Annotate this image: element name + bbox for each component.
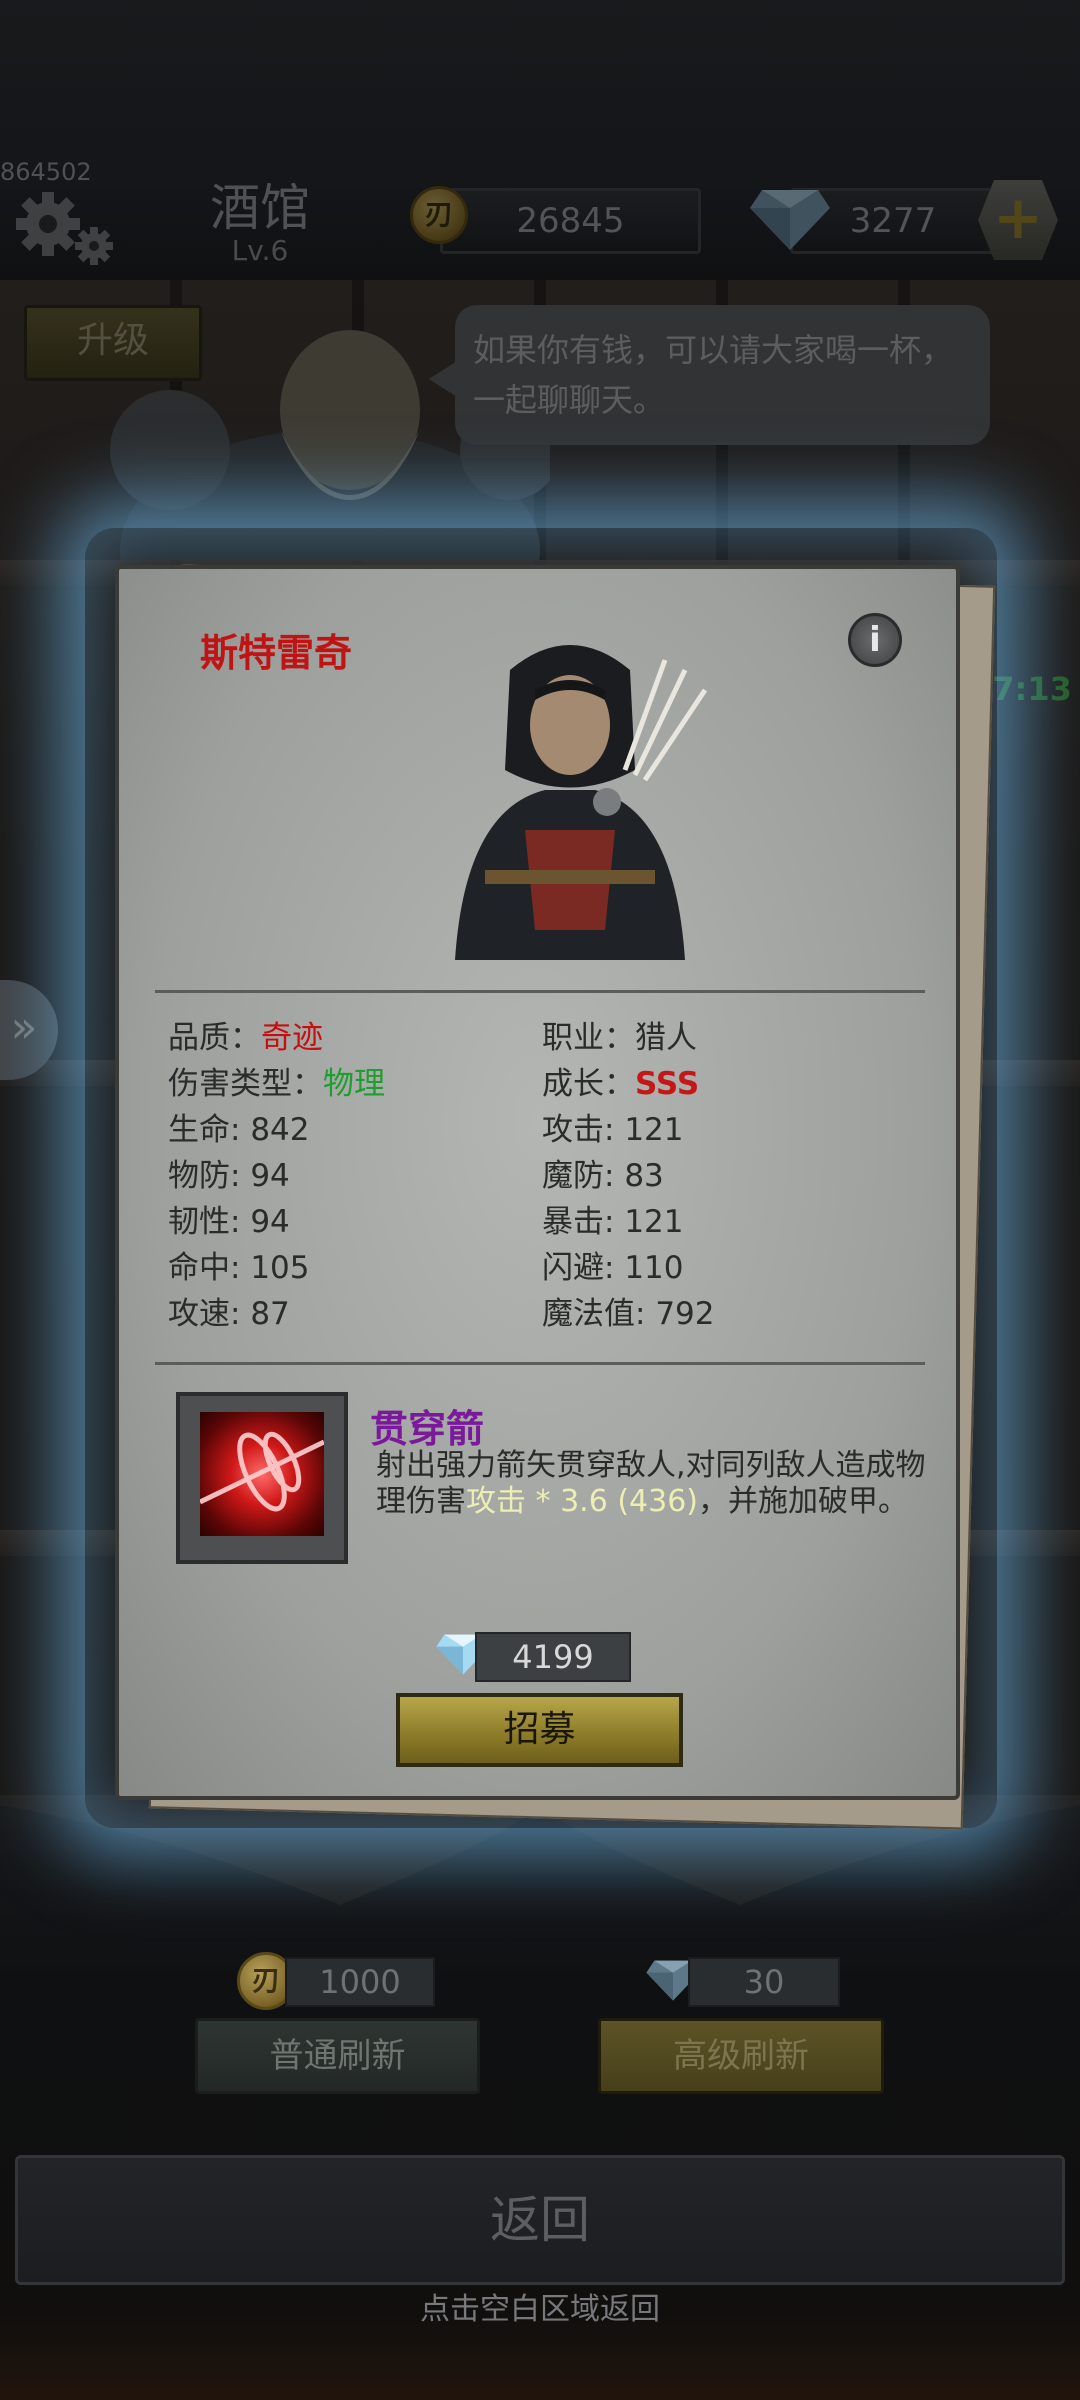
stat-hp: 生命: 842	[168, 1112, 310, 1148]
stat-attack-speed: 攻速: 87	[168, 1296, 290, 1332]
stats-divider-top	[155, 990, 925, 993]
info-button[interactable]: i	[848, 613, 902, 667]
stat-accuracy: 命中: 105	[168, 1250, 310, 1286]
advanced-refresh-button[interactable]: 高级刷新	[598, 2018, 884, 2094]
stat-growth: 成长：SSS	[542, 1066, 700, 1102]
stats-divider-bottom	[155, 1362, 925, 1365]
recruit-button[interactable]: 招募	[396, 1693, 683, 1767]
stat-quality: 品质：奇迹	[168, 1020, 323, 1056]
normal-refresh-price: 1000	[285, 1957, 435, 2007]
hero-name: 斯特雷奇	[200, 631, 353, 675]
advanced-refresh-price: 30	[688, 1957, 840, 2007]
stat-magic-defense: 魔防: 83	[542, 1158, 664, 1194]
tap-to-close-hint: 点击空白区域返回	[420, 2292, 660, 2327]
hero-portrait-image	[455, 645, 708, 960]
stat-toughness: 韧性: 94	[168, 1204, 290, 1240]
skill-damage-formula: 攻击 * 3.6 (436)	[466, 1484, 698, 1519]
recruit-price: 4199	[475, 1632, 631, 1682]
normal-refresh-button[interactable]: 普通刷新	[195, 2018, 480, 2094]
stat-physical-defense: 物防: 94	[168, 1158, 290, 1194]
stat-evasion: 闪避: 110	[542, 1250, 684, 1286]
stat-critical: 暴击: 121	[542, 1204, 684, 1240]
stat-damage-type: 伤害类型：物理	[168, 1066, 385, 1102]
stat-attack: 攻击: 121	[542, 1112, 684, 1148]
back-button[interactable]: 返回	[15, 2155, 1065, 2285]
skill-name: 贯穿箭	[370, 1407, 485, 1451]
skill-description: 射出强力箭矢贯穿敌人,对同列敌人造成物理伤害攻击 * 3.6 (436)，并施加…	[376, 1448, 926, 1519]
stat-mana: 魔法值: 792	[542, 1296, 715, 1332]
stat-class: 职业：猎人	[542, 1020, 697, 1056]
piercing-arrow-skill-icon	[200, 1412, 324, 1536]
